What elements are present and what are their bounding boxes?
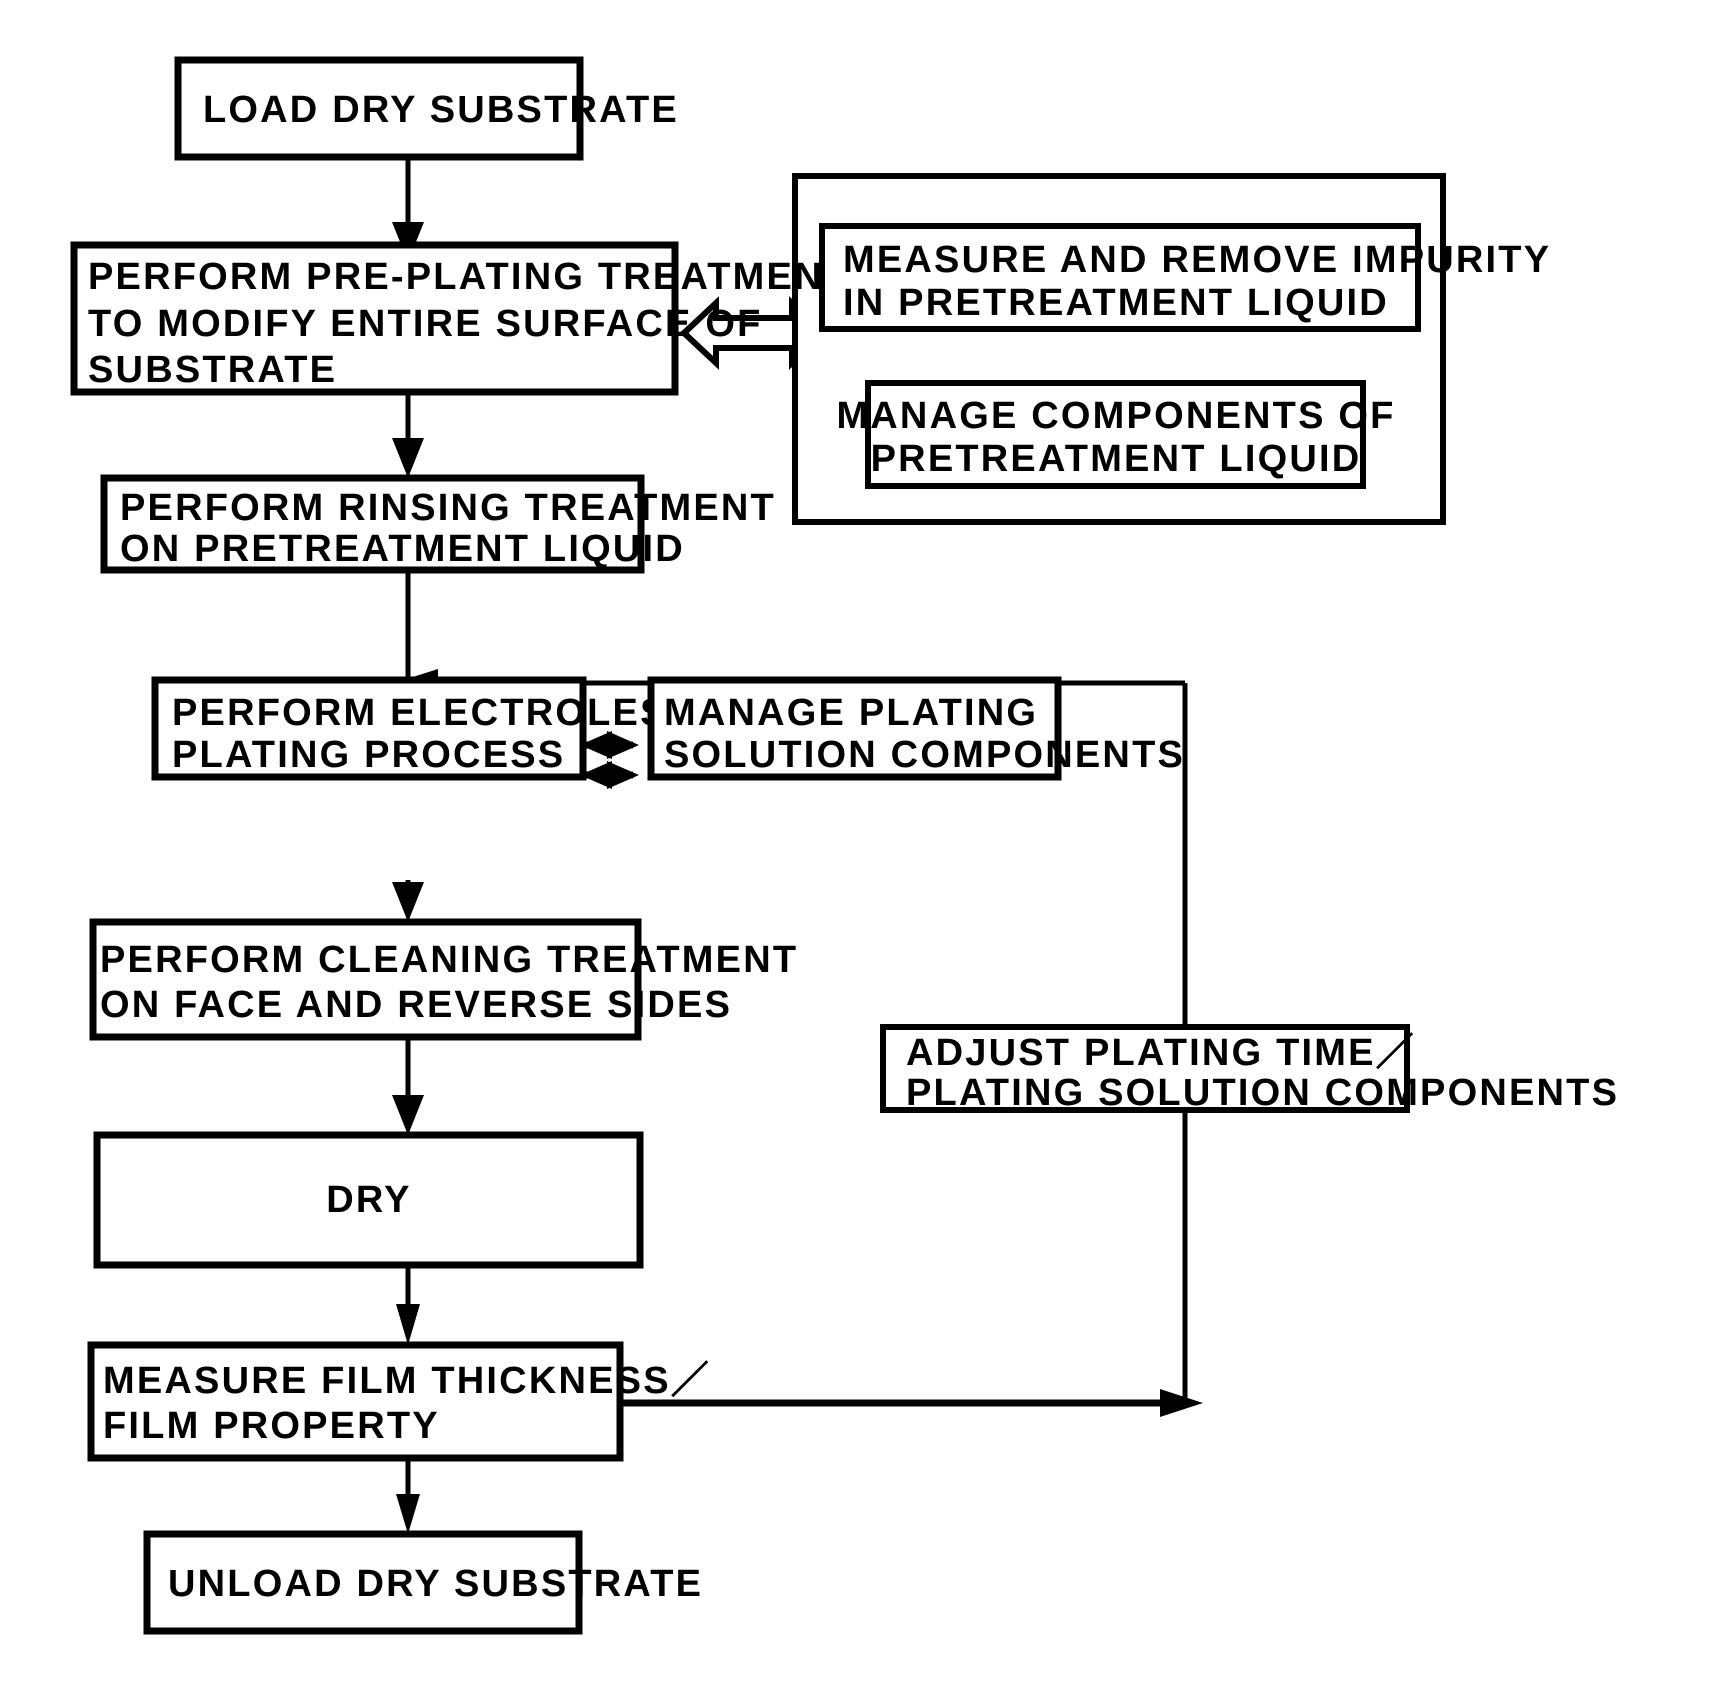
node-manage-plating-line-0: MANAGE PLATING — [664, 692, 1038, 734]
node-rinse-line-1: ON PRETREATMENT LIQUID — [120, 528, 685, 570]
edge-dry-to-measure-film — [396, 1265, 420, 1345]
node-measure-film-line-1: FILM PROPERTY — [103, 1405, 440, 1447]
node-adjust-line-0: ADJUST PLATING TIME／ — [906, 1032, 1416, 1074]
node-electroless-line-1: PLATING PROCESS — [172, 734, 565, 776]
node-unload-dry-substrate[interactable]: UNLOAD DRY SUBSTRATE — [143, 1530, 703, 1635]
node-pretreat-line-1: TO MODIFY ENTIRE SURFACE OF — [88, 303, 763, 345]
node-measure-impurity-line-1: IN PRETREATMENT LIQUID — [843, 282, 1389, 324]
node-perform-electroless-plating-process[interactable]: PERFORM ELECTROLESS PLATING PROCESS — [151, 676, 695, 781]
node-manage-plating-solution-components[interactable]: MANAGE PLATING SOLUTION COMPONENTS — [647, 676, 1185, 781]
node-manage-components-line-1: PRETREATMENT LIQUID — [871, 438, 1362, 480]
node-dry-line-0: DRY — [326, 1179, 411, 1221]
edge-measure-film-to-unload — [396, 1458, 420, 1534]
edge-electroless-to-manage-plating — [580, 731, 639, 789]
flowchart-canvas: LOAD DRY SUBSTRATE PERFORM PRE-PLATING T… — [0, 0, 1709, 1703]
node-measure-impurity-line-0: MEASURE AND REMOVE IMPURITY — [843, 239, 1551, 281]
node-pretreat-line-0: PERFORM PRE-PLATING TREATMENT — [88, 256, 849, 298]
node-measure-film-line-0: MEASURE FILM THICKNESS／ — [103, 1360, 711, 1402]
node-adjust-line-1: PLATING SOLUTION COMPONENTS — [906, 1072, 1619, 1114]
node-load-dry-substrate-line-0: LOAD DRY SUBSTRATE — [203, 89, 679, 131]
node-clean-line-0: PERFORM CLEANING TREATMENT — [100, 939, 798, 981]
node-manage-components-of-pretreatment-liquid[interactable]: MANAGE COMPONENTS OF PRETREATMENT LIQUID — [836, 380, 1395, 489]
node-perform-cleaning-treatment[interactable]: PERFORM CLEANING TREATMENT ON FACE AND R… — [89, 918, 798, 1041]
node-load-dry-substrate[interactable]: LOAD DRY SUBSTRATE — [174, 56, 679, 161]
node-adjust-plating-time-solution-components[interactable]: ADJUST PLATING TIME／ PLATING SOLUTION CO… — [880, 1024, 1619, 1114]
node-unload-line-0: UNLOAD DRY SUBSTRATE — [168, 1563, 703, 1605]
edge-clean-to-dry — [392, 1037, 424, 1135]
node-manage-components-line-0: MANAGE COMPONENTS OF — [836, 395, 1395, 437]
node-pretreat-line-2: SUBSTRATE — [88, 349, 337, 391]
node-dry[interactable]: DRY — [93, 1131, 644, 1269]
node-rinse-line-0: PERFORM RINSING TREATMENT — [120, 487, 776, 529]
flowchart-svg: LOAD DRY SUBSTRATE PERFORM PRE-PLATING T… — [70, 56, 1619, 1635]
node-measure-film-thickness-property[interactable]: MEASURE FILM THICKNESS／ FILM PROPERTY — [87, 1341, 711, 1462]
node-manage-plating-line-1: SOLUTION COMPONENTS — [664, 734, 1185, 776]
node-perform-rinsing-treatment[interactable]: PERFORM RINSING TREATMENT ON PRETREATMEN… — [100, 474, 776, 574]
edge-electroless-to-clean — [392, 880, 424, 922]
node-perform-pre-plating-treatment[interactable]: PERFORM PRE-PLATING TREATMENT TO MODIFY … — [70, 241, 849, 396]
edge-pretreat-to-rinse — [392, 392, 424, 478]
node-clean-line-1: ON FACE AND REVERSE SIDES — [100, 984, 732, 1026]
node-electroless-line-0: PERFORM ELECTROLESS — [172, 692, 695, 734]
